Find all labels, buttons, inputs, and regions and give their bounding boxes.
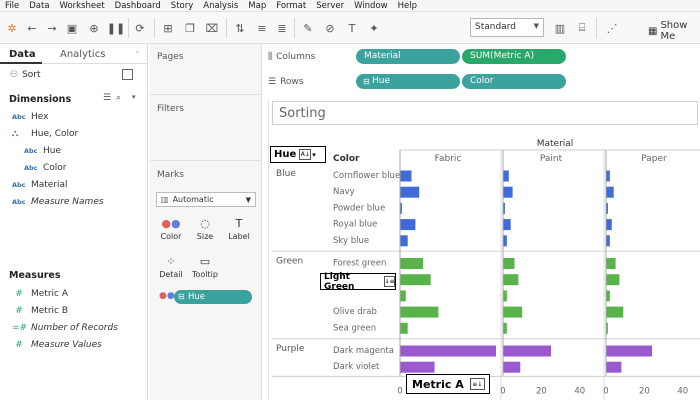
tick-label: 40 xyxy=(574,386,585,396)
bar-paint-sea-green xyxy=(503,322,507,334)
color-label-forest-green: Forest green xyxy=(333,259,386,269)
column-header-material: Material xyxy=(537,139,574,149)
panel-header-fabric: Fabric xyxy=(435,154,462,164)
panel-header-paper: Paper xyxy=(641,154,667,164)
sort-icon[interactable]: ↓≡ xyxy=(384,276,395,287)
light-green-sort-annotation[interactable]: Light Green ↓≡ xyxy=(320,272,396,292)
bar-fabric-sky-blue xyxy=(400,235,408,247)
hue-label-purple: Purple xyxy=(276,344,305,354)
metric-a-sort-annotation[interactable]: Metric A ≡↓ xyxy=(406,374,490,394)
bar-paint-light-green xyxy=(503,290,507,302)
chart: Material Color Fabric Paint Paper Blue Cornflo… xyxy=(272,139,700,400)
color-label-sea-green: Sea green xyxy=(333,323,376,333)
color-label-olive-drab: Olive drab xyxy=(333,307,377,317)
sort-icon[interactable]: ≡↓ xyxy=(469,378,485,390)
hue-sort-annotation[interactable]: Hue A↓ ▾ xyxy=(270,146,326,163)
color-label-sky-blue: Sky blue xyxy=(333,236,369,246)
row-header-color: Color xyxy=(333,154,360,164)
bar-fabric-forest-green xyxy=(400,258,424,269)
bar-fabric-navy xyxy=(400,186,420,198)
bar-fabric-olive-drab xyxy=(400,306,439,318)
bar-paper-olive-drab xyxy=(606,306,624,318)
bar-paint-cornflower-blue xyxy=(503,170,509,182)
bar-paper-dark-magenta xyxy=(606,345,653,357)
bar-paper-navy xyxy=(606,186,614,198)
panel-header-paint: Paint xyxy=(540,154,563,164)
bar-paper-cornflower-blue xyxy=(606,170,610,182)
bar-fabric-dark-magenta xyxy=(400,345,496,357)
bar-fabric-dark-violet xyxy=(400,361,435,373)
bar-paint-forest-green xyxy=(503,258,515,269)
bar-paper-dark-violet xyxy=(606,361,622,373)
bar-fabric-light-green xyxy=(400,290,406,302)
bar-paint-sky-blue xyxy=(503,235,507,247)
bar-fabric-royal-blue xyxy=(400,219,416,231)
tick-label: 40 xyxy=(677,386,688,396)
bar-fabric-kelly-green xyxy=(400,274,431,286)
bar-paint-royal-blue xyxy=(503,219,511,231)
bar-paint-navy xyxy=(503,186,513,198)
bar-paper-forest-green xyxy=(606,258,616,269)
bar-paint-dark-magenta xyxy=(503,345,551,357)
color-label-royal-blue: Royal blue xyxy=(333,220,377,230)
tick-label: 0 xyxy=(603,386,608,396)
color-label-dark-violet: Dark violet xyxy=(333,362,380,372)
bar-paper-sky-blue xyxy=(606,235,610,247)
chevron-down-icon: ▾ xyxy=(312,150,316,159)
tick-label: 20 xyxy=(639,386,650,396)
color-label-powder-blue: Powder blue xyxy=(333,203,385,213)
bar-fabric-sea-green xyxy=(400,322,408,334)
bar-paint-kelly-green xyxy=(503,274,519,286)
bar-paper-royal-blue xyxy=(606,219,612,231)
color-label-cornflower-blue: Cornflower blue xyxy=(333,171,400,181)
bar-paper-kelly-green xyxy=(606,274,620,286)
color-label-dark-magenta: Dark magenta xyxy=(333,346,394,356)
bar-paint-dark-violet xyxy=(503,361,521,373)
color-label-navy: Navy xyxy=(333,187,355,197)
bar-paper-light-green xyxy=(606,290,610,302)
bar-fabric-cornflower-blue xyxy=(400,170,412,182)
sort-icon[interactable]: A↓ xyxy=(299,149,312,160)
hue-label-blue: Blue xyxy=(276,169,296,179)
hue-label-green: Green xyxy=(276,257,303,267)
tick-label: 20 xyxy=(536,386,547,396)
tick-label: 0 xyxy=(500,386,505,396)
tick-label: 0 xyxy=(397,386,402,396)
bar-paint-olive-drab xyxy=(503,306,523,318)
